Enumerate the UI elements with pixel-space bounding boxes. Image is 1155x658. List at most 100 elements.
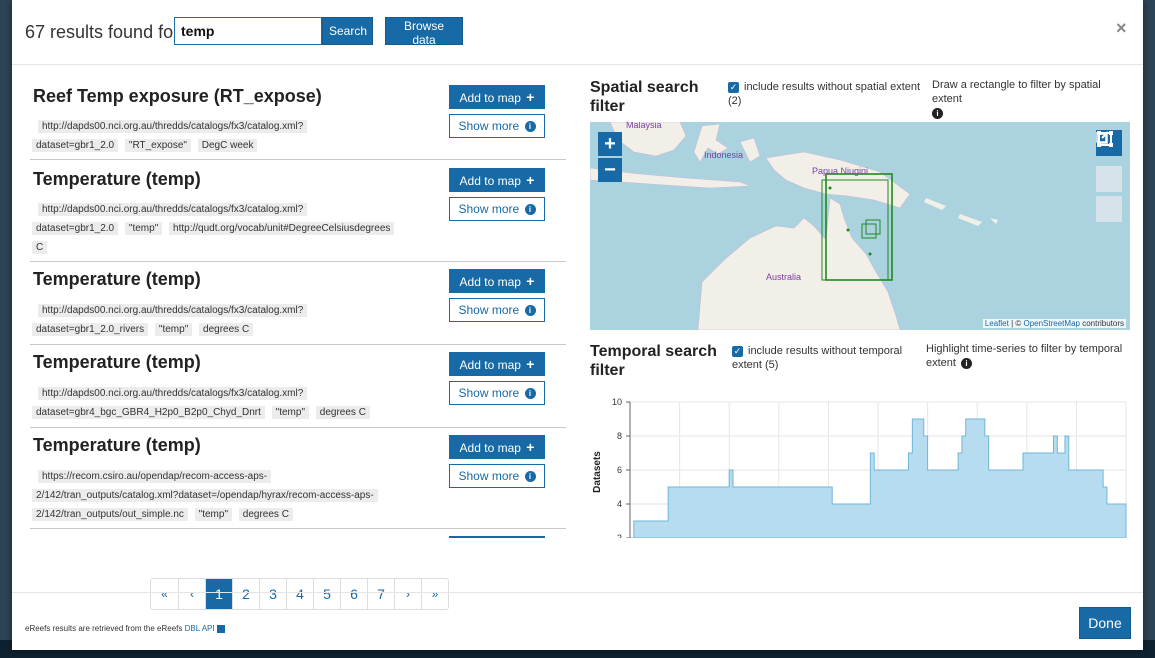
show-more-button[interactable]: Show more i — [449, 298, 545, 322]
info-icon: i — [961, 357, 973, 369]
add-to-map-button[interactable]: Add to map + — [449, 435, 545, 459]
tag: 2/142/tran_outputs/out_simple.nc — [32, 508, 188, 521]
url-tag: 2/142/tran_outputs/catalog.xml?dataset=/… — [32, 489, 378, 502]
map-label-malaysia: Malaysia — [626, 122, 662, 130]
checkbox-label: include results without temporal extent … — [732, 345, 903, 371]
extent-point — [828, 186, 832, 190]
show-more-button[interactable]: Show more i — [449, 381, 545, 405]
result-title: Temperature (temp) — [33, 435, 201, 455]
checkbox-label: include results without spatial extent (… — [728, 81, 921, 107]
footer-text: eReefs results are retrieved from the eR… — [25, 624, 183, 633]
results-count: 67 results found for: — [25, 22, 185, 42]
result-title: Temperature (temp) — [33, 352, 201, 372]
browse-data-button[interactable]: Browse data — [385, 17, 463, 47]
tag: "temp" — [124, 222, 163, 235]
draw-toolbar — [1096, 130, 1122, 226]
show-more-button[interactable]: Show more i — [449, 114, 545, 138]
spatial-hint: Draw a rectangle to filter by spatial ex… — [932, 78, 1128, 120]
edit-icon[interactable] — [1096, 131, 1122, 192]
show-label: Show more — [458, 386, 520, 400]
tag: dataset=gbr1_2.0 — [32, 139, 119, 152]
extent-box — [865, 219, 881, 235]
tag: "RT_expose" — [124, 139, 191, 152]
result-url: http://dapds00.nci.org.au/thredds/catalo… — [32, 386, 432, 402]
tag: "temp" — [154, 323, 193, 336]
attribution-sep: | © — [1008, 319, 1024, 328]
result-url-cont: 2/142/tran_outputs/catalog.xml?dataset=/… — [32, 488, 432, 504]
add-label: Add to map — [459, 174, 521, 188]
search-input[interactable] — [174, 17, 322, 45]
temporal-include-checkbox[interactable]: ✓ include results without temporal exten… — [732, 344, 912, 372]
result-tags: dataset=gbr1_2.0 "RT_expose" DegC week — [32, 138, 432, 154]
tag: degrees C — [238, 508, 293, 521]
show-more-button[interactable]: Show more i — [449, 197, 545, 221]
spatial-map[interactable]: Malaysia Indonesia Papua Niugini Austral… — [590, 122, 1130, 330]
info-icon: i — [524, 204, 536, 216]
plus-icon: + — [526, 273, 535, 289]
add-label: Add to map — [459, 358, 521, 372]
temporal-filter-title: Temporal search filter — [590, 343, 717, 379]
tag: degrees C — [199, 323, 254, 336]
add-to-map-button[interactable]: Add to map + — [449, 269, 545, 293]
info-icon: i — [524, 305, 536, 317]
plus-icon: + — [526, 172, 535, 188]
result-tags: dataset=gbr4_bgc_GBR4_H2p0_B2p0_Chyd_Dnr… — [32, 405, 442, 421]
dbl-api-link[interactable]: DBL API — [185, 624, 215, 633]
list-item: Temperature (temp) http://dapds00.nci.or… — [30, 159, 566, 262]
y-tick-label: 10 — [612, 397, 622, 407]
temporal-chart-svg: 2 4 6 8 10 Datasets — [592, 397, 1127, 538]
show-more-button[interactable]: Show more i — [449, 464, 545, 488]
extent-point — [846, 228, 850, 232]
checkbox-checked-icon[interactable]: ✓ — [728, 82, 739, 93]
modal-header: 67 results found for: Search Browse data… — [12, 0, 1143, 65]
done-button[interactable]: Done — [1079, 607, 1131, 639]
spatial-include-checkbox[interactable]: ✓ include results without spatial extent… — [728, 80, 928, 108]
close-icon[interactable]: × — [1116, 18, 1127, 39]
list-item: Temperature (temp) http://dapds00.nci.or… — [30, 344, 566, 428]
map-label-papua: Papua Niugini — [812, 166, 869, 176]
tag: degrees C — [315, 406, 370, 419]
tag: dataset=gbr1_2.0_rivers — [32, 323, 149, 336]
list-item: Temperature (temp) http://dapds00.nci.or… — [30, 261, 566, 345]
add-to-map-button[interactable]: Add to map + — [449, 352, 545, 376]
zoom-in-button[interactable]: + — [598, 132, 622, 156]
map-canvas — [590, 122, 998, 330]
osm-link[interactable]: OpenStreetMap — [1023, 319, 1079, 328]
attribution-tail: contributors — [1079, 319, 1124, 328]
info-icon: i — [524, 471, 536, 483]
url-tag: http://dapds00.nci.org.au/thredds/catalo… — [38, 120, 308, 133]
result-tags: dataset=gbr1_2.0 "temp" http://qudt.org/… — [32, 221, 442, 237]
search-results-modal: 67 results found for: Search Browse data… — [12, 0, 1143, 650]
plus-icon: + — [526, 439, 535, 455]
info-icon: i — [524, 388, 536, 400]
next-result-peek — [449, 536, 545, 538]
tag: "temp" — [271, 406, 310, 419]
leaflet-link[interactable]: Leaflet — [985, 319, 1009, 328]
add-to-map-button[interactable]: Add to map + — [449, 168, 545, 192]
info-icon: i — [932, 107, 943, 119]
list-item: Reef Temp exposure (RT_expose) http://da… — [30, 76, 566, 160]
add-to-map-button[interactable]: Add to map + — [449, 85, 545, 109]
y-tick-label: 4 — [617, 499, 622, 509]
tag: http://qudt.org/vocab/unit#DegreeCelsius… — [169, 222, 395, 235]
result-tags: 2/142/tran_outputs/out_simple.nc "temp" … — [32, 507, 432, 523]
result-url: http://dapds00.nci.org.au/thredds/catalo… — [32, 202, 432, 218]
external-link-icon — [216, 624, 225, 633]
show-label: Show more — [458, 469, 520, 483]
temporal-chart[interactable]: 2 4 6 8 10 Datasets — [590, 392, 1130, 538]
results-list[interactable]: Reef Temp exposure (RT_expose) http://da… — [30, 76, 566, 538]
zoom-out-button[interactable]: − — [598, 158, 622, 182]
show-label: Show more — [458, 202, 520, 216]
hint-text: Draw a rectangle to filter by spatial ex… — [932, 79, 1101, 105]
url-tag: http://dapds00.nci.org.au/thredds/catalo… — [38, 387, 308, 400]
tag: DegC week — [197, 139, 258, 152]
result-title: Temperature (temp) — [33, 169, 201, 189]
search-button[interactable]: Search — [322, 17, 373, 45]
y-tick-label: 8 — [617, 431, 622, 441]
trash-icon[interactable] — [1096, 132, 1122, 222]
y-tick-label: 6 — [617, 465, 622, 475]
result-title: Reef Temp exposure (RT_expose) — [33, 86, 322, 106]
checkbox-checked-icon[interactable]: ✓ — [732, 346, 743, 357]
add-label: Add to map — [459, 441, 521, 455]
result-url: http://dapds00.nci.org.au/thredds/catalo… — [32, 303, 432, 319]
